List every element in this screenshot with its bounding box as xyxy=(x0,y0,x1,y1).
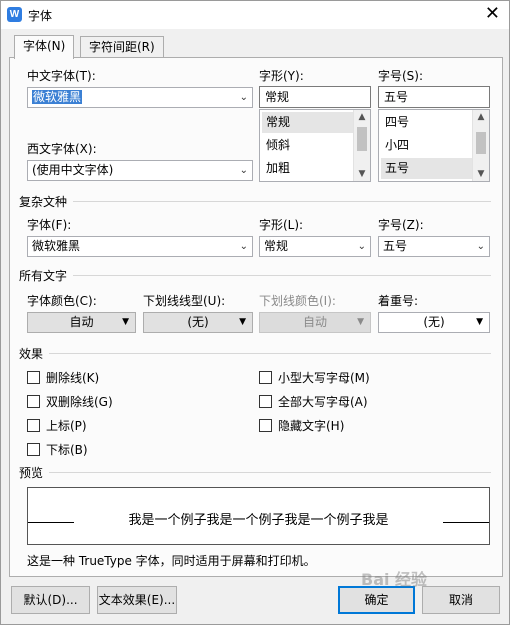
scroll-down-icon[interactable]: ▼ xyxy=(473,169,489,179)
underline-type-value: (无) xyxy=(187,315,209,329)
style-input[interactable]: 常规 xyxy=(259,86,371,108)
checkbox-label: 删除线(K) xyxy=(46,371,100,385)
complex-style-label: 字形(L): xyxy=(259,218,304,232)
checkbox-label: 小型大写字母(M) xyxy=(278,371,370,385)
superscript-checkbox[interactable]: 上标(P) xyxy=(27,418,87,434)
emphasis-dropdown[interactable]: (无) ▼ xyxy=(378,312,490,333)
font-color-label: 字体颜色(C): xyxy=(27,294,97,308)
size-label: 字号(S): xyxy=(378,69,424,83)
style-option[interactable]: 倾斜 xyxy=(262,135,353,156)
chinese-font-value: 微软雅黑 xyxy=(32,90,83,104)
dropdown-arrow-icon[interactable]: ▼ xyxy=(239,313,246,332)
checkbox-label: 双删除线(G) xyxy=(46,395,113,409)
all-caps-checkbox[interactable]: 全部大写字母(A) xyxy=(259,394,368,410)
scroll-thumb[interactable] xyxy=(476,132,486,154)
complex-font-combo[interactable]: 微软雅黑 ⌄ xyxy=(27,236,253,257)
checkbox-box[interactable] xyxy=(27,419,40,432)
section-divider xyxy=(73,201,491,202)
style-scrollbar[interactable]: ▲ ▼ xyxy=(353,110,370,181)
western-font-value: (使用中文字体) xyxy=(32,163,114,177)
underline-type-label: 下划线线型(U): xyxy=(143,294,226,308)
preview-sample-text: 我是一个例子我是一个例子我是一个例子我是 xyxy=(128,513,389,528)
checkbox-box[interactable] xyxy=(27,395,40,408)
checkbox-box[interactable] xyxy=(259,395,272,408)
scroll-thumb[interactable] xyxy=(357,127,367,151)
underline-type-dropdown[interactable]: (无) ▼ xyxy=(143,312,253,333)
checkbox-label: 全部大写字母(A) xyxy=(278,395,368,409)
underline-color-label: 下划线颜色(I): xyxy=(259,294,336,308)
window-title: 字体 xyxy=(28,9,53,23)
scroll-up-icon[interactable]: ▲ xyxy=(473,112,489,122)
section-divider xyxy=(49,353,491,354)
western-font-label: 西文字体(X): xyxy=(27,142,97,156)
strikethrough-checkbox[interactable]: 删除线(K) xyxy=(27,370,99,386)
dropdown-arrow-icon[interactable]: ▼ xyxy=(122,313,129,332)
font-color-value: 自动 xyxy=(69,315,94,329)
ok-button[interactable]: 确定 xyxy=(338,586,415,614)
chevron-down-icon[interactable]: ⌄ xyxy=(240,237,248,256)
subscript-checkbox[interactable]: 下标(B) xyxy=(27,442,88,458)
close-icon[interactable]: ✕ xyxy=(485,3,500,25)
cancel-button[interactable]: 取消 xyxy=(422,586,500,614)
double-strikethrough-checkbox[interactable]: 双删除线(G) xyxy=(27,394,113,410)
dropdown-arrow-icon[interactable]: ▼ xyxy=(476,313,483,332)
emphasis-label: 着重号: xyxy=(378,294,419,308)
chevron-down-icon[interactable]: ⌄ xyxy=(358,237,366,256)
size-option[interactable]: 五号 xyxy=(381,158,472,179)
checkbox-box[interactable] xyxy=(27,443,40,456)
effects-section-title: 效果 xyxy=(19,347,44,361)
chevron-down-icon[interactable]: ⌄ xyxy=(240,88,248,107)
size-option[interactable]: 四号 xyxy=(381,112,472,133)
section-divider xyxy=(49,472,491,473)
font-color-dropdown[interactable]: 自动 ▼ xyxy=(27,312,136,333)
style-label: 字形(Y): xyxy=(259,69,304,83)
size-option[interactable]: 小四 xyxy=(381,135,472,156)
chinese-font-combo[interactable]: 微软雅黑 ⌄ xyxy=(27,87,253,108)
font-description: 这是一种 TrueType 字体，同时适用于屏幕和打印机。 xyxy=(27,554,316,568)
section-divider xyxy=(73,275,491,276)
dropdown-arrow-icon: ▼ xyxy=(357,317,364,327)
text-effects-button[interactable]: 文本效果(E)... xyxy=(97,586,177,614)
size-listbox[interactable]: 四号 小四 五号 ▲ ▼ xyxy=(378,109,490,182)
checkbox-label: 下标(B) xyxy=(46,443,88,457)
preview-box: 我是一个例子我是一个例子我是一个例子我是 xyxy=(27,487,490,545)
checkbox-box[interactable] xyxy=(259,371,272,384)
default-button[interactable]: 默认(D)... xyxy=(11,586,90,614)
emphasis-value: (无) xyxy=(423,315,445,329)
complex-section-title: 复杂文种 xyxy=(19,195,68,209)
chevron-down-icon[interactable]: ⌄ xyxy=(240,161,248,180)
checkbox-label: 上标(P) xyxy=(46,419,87,433)
tab-font[interactable]: 字体(N) xyxy=(14,35,75,59)
scroll-up-icon[interactable]: ▲ xyxy=(354,112,370,122)
complex-font-label: 字体(F): xyxy=(27,218,72,232)
title-bar: W 字体 ✕ xyxy=(1,1,509,29)
hidden-text-checkbox[interactable]: 隐藏文字(H) xyxy=(259,418,344,434)
complex-font-value: 微软雅黑 xyxy=(32,239,81,253)
complex-size-value: 五号 xyxy=(383,239,408,253)
complex-style-combo[interactable]: 常规 ⌄ xyxy=(259,236,371,257)
complex-size-combo[interactable]: 五号 ⌄ xyxy=(378,236,490,257)
underline-color-value: 自动 xyxy=(302,315,327,329)
preview-section-title: 预览 xyxy=(19,466,44,480)
chinese-font-label: 中文字体(T): xyxy=(27,69,96,83)
small-caps-checkbox[interactable]: 小型大写字母(M) xyxy=(259,370,370,386)
complex-size-label: 字号(Z): xyxy=(378,218,424,232)
style-listbox[interactable]: 常规 倾斜 加粗 ▲ ▼ xyxy=(259,109,371,182)
checkbox-box[interactable] xyxy=(27,371,40,384)
complex-style-value: 常规 xyxy=(264,239,289,253)
scroll-down-icon[interactable]: ▼ xyxy=(354,169,370,179)
chevron-down-icon[interactable]: ⌄ xyxy=(477,237,485,256)
western-font-combo[interactable]: (使用中文字体) ⌄ xyxy=(27,160,253,181)
all-text-section-title: 所有文字 xyxy=(19,269,68,283)
style-option[interactable]: 加粗 xyxy=(262,158,353,179)
size-input[interactable]: 五号 xyxy=(378,86,490,108)
style-option[interactable]: 常规 xyxy=(262,112,353,133)
checkbox-label: 隐藏文字(H) xyxy=(278,419,345,433)
tab-character-spacing[interactable]: 字符间距(R) xyxy=(80,36,164,58)
wps-app-icon: W xyxy=(7,7,22,22)
font-dialog: W 字体 ✕ 字体(N) 字符间距(R) 中文字体(T): 微软雅黑 ⌄ 西文字… xyxy=(0,0,510,625)
size-scrollbar[interactable]: ▲ ▼ xyxy=(472,110,489,181)
checkbox-box[interactable] xyxy=(259,419,272,432)
underline-color-dropdown: 自动 ▼ xyxy=(259,312,371,333)
